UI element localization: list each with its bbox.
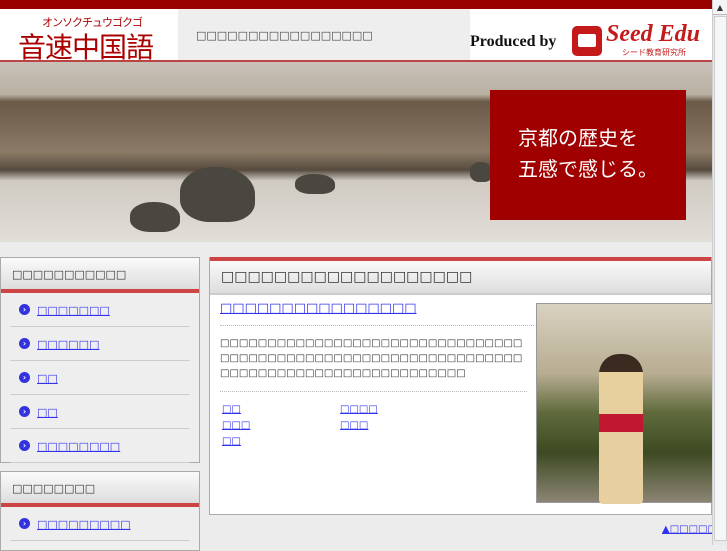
article-link[interactable]: □□ (222, 404, 340, 415)
sidebar-item-label[interactable]: □□□□□□ (37, 338, 99, 351)
vertical-scrollbar[interactable]: ▲ (712, 0, 727, 545)
main-heading: □□□□□□□□□□□□□□□□□□□ (210, 257, 711, 295)
scroll-up-arrow-icon[interactable]: ▲ (713, 0, 727, 15)
sidebar-item[interactable]: › □□□□□□□□□ (10, 507, 190, 541)
article-link[interactable]: □□□ (340, 420, 440, 431)
chevron-right-icon: › (19, 372, 30, 383)
producer-name: Seed Edu (606, 21, 701, 47)
banner-line-1: 京都の歴史を (518, 126, 638, 150)
chevron-right-icon: › (19, 406, 30, 417)
chevron-right-icon: › (19, 304, 30, 315)
tagline: □□□□□□□□□□□□□□□□□ (178, 9, 470, 60)
sidebar-item[interactable]: › □□□□□□ (10, 327, 190, 361)
sidebar-box-title: □□□□□□□□ (1, 472, 199, 507)
main-content: □□□□□□□□□□□□□□□□□□□ □□□□□□□□□□□□□□□□ □□□… (209, 257, 714, 515)
chevron-right-icon: › (19, 518, 30, 529)
banner-image: 京都の歴史を 五感で感じる。 (0, 60, 712, 242)
sidebar-box-2: □□□□□□□□ › □□□□□□□□□ (0, 471, 200, 551)
article: □□□□□□□□□□□□□□□□ □□□□□□□□□□□□□□□□□□□□□□□… (220, 301, 534, 447)
produced-by-label: Produced by (470, 33, 557, 50)
sidebar-item-label[interactable]: □□□□□□□ (37, 304, 110, 317)
rock (295, 174, 335, 194)
header: オンソクチュウゴクゴ 音速中国語 □□□□□□□□□□□□□□□□□ Produ… (0, 9, 712, 64)
article-link[interactable]: □□□□ (340, 404, 440, 415)
kimono-photo (536, 303, 714, 504)
banner-caption: 京都の歴史を 五感で感じる。 (490, 90, 686, 220)
article-link[interactable]: □□ (222, 436, 340, 447)
producer-sub: シード教育研究所 (622, 48, 686, 57)
rock (470, 162, 492, 182)
woman-figure (599, 354, 643, 504)
producer-logo[interactable]: Produced by Seed Edu シード教育研究所 (470, 9, 712, 60)
sidebar-box-1: □□□□□□□□□□□ › □□□□□□□ › □□□□□□ › □□ › □□ › □□… (0, 257, 200, 463)
rock (180, 167, 255, 222)
sidebar-item-label[interactable]: □□ (37, 406, 58, 419)
article-paragraph: □□□□□□□□□□□□□□□□□□□□□□□□□□□□□□□□□□□□□□□□… (220, 326, 527, 392)
sidebar-item-label[interactable]: □□ (37, 372, 58, 385)
sidebar-item[interactable]: › □□□□□□□ (10, 293, 190, 327)
sidebar-item[interactable]: › □□ (10, 395, 190, 429)
rock (130, 202, 180, 232)
article-link[interactable]: □□□ (222, 420, 340, 431)
book-icon (572, 26, 602, 56)
sidebar-item-label[interactable]: □□□□□□□□ (37, 440, 120, 453)
article-title-link[interactable]: □□□□□□□□□□□□□□□□ (220, 301, 417, 316)
banner-line-2: 五感で感じる。 (518, 157, 658, 181)
sidebar-box-title: □□□□□□□□□□□ (1, 258, 199, 293)
sidebar-item[interactable]: › □□ (10, 361, 190, 395)
article-links: □□ □□□□ □□□ □□□ □□ (220, 392, 534, 447)
chevron-right-icon: › (19, 440, 30, 451)
scrollbar-thumb[interactable] (714, 16, 727, 541)
sidebar-item[interactable]: › □□□□□□□□ (10, 429, 190, 463)
sidebar-item-label[interactable]: □□□□□□□□□ (37, 518, 131, 531)
top-bar (0, 0, 712, 9)
page: オンソクチュウゴクゴ 音速中国語 □□□□□□□□□□□□□□□□□ Produ… (0, 0, 727, 551)
chevron-right-icon: › (19, 338, 30, 349)
site-logo[interactable]: オンソクチュウゴクゴ 音速中国語 (0, 9, 178, 64)
